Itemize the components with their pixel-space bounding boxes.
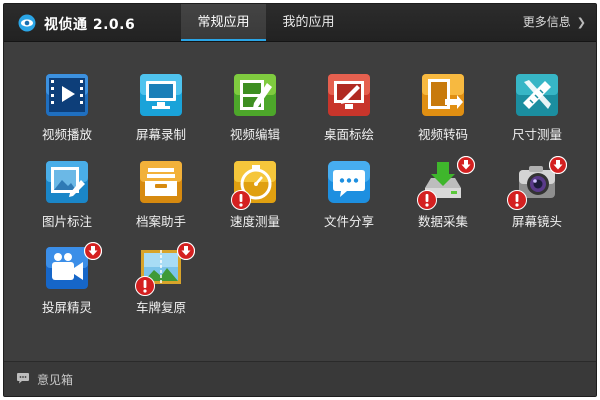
desktop-draw-icon [328, 74, 370, 116]
app-screen-camera[interactable]: 屏幕镜头 [497, 128, 577, 229]
tab-my-apps[interactable]: 我的应用 [266, 4, 351, 41]
warning-badge-icon [507, 190, 527, 210]
tab-regular-apps[interactable]: 常规应用 [181, 4, 266, 41]
warning-badge-icon [231, 190, 251, 210]
app-speed-measure[interactable]: 速度测量 [215, 128, 295, 229]
app-video-transcode[interactable]: 视频转码 [403, 41, 483, 142]
warning-badge-icon [417, 190, 437, 210]
app-file-share[interactable]: 文件分享 [309, 128, 389, 229]
video-play-icon [46, 74, 88, 116]
app-label: 投屏精灵 [41, 300, 92, 315]
app-video-edit[interactable]: 视频编辑 [215, 41, 295, 142]
warning-badge-icon [135, 276, 155, 296]
app-label: 数据采集 [417, 214, 468, 229]
app-size-measure[interactable]: 尺寸测量 [497, 41, 577, 142]
app-label: 文件分享 [323, 214, 374, 229]
app-desktop-draw[interactable]: 桌面标绘 [309, 41, 389, 142]
size-measure-icon [516, 74, 558, 116]
app-title: 视侦通 2.0.6 [44, 17, 136, 33]
chat-bubble-icon[interactable] [16, 372, 30, 384]
video-edit-icon [234, 74, 276, 116]
download-badge-icon [549, 156, 567, 174]
app-window: 视侦通 2.0.6 常规应用 我的应用 更多信息 ❯ 视频播放 屏幕录制 视频编… [3, 3, 597, 397]
app-label: 速度测量 [229, 214, 280, 229]
app-archive-assistant[interactable]: 档案助手 [121, 128, 201, 229]
archive-assistant-icon [140, 161, 182, 203]
app-label: 屏幕镜头 [511, 214, 562, 229]
file-share-icon [328, 161, 370, 203]
app-image-annotate[interactable]: 图片标注 [27, 128, 107, 229]
footer-bar: 意见箱 [4, 361, 596, 396]
chevron-right-icon: ❯ [576, 16, 586, 29]
title-bar: 视侦通 2.0.6 常规应用 我的应用 更多信息 ❯ [4, 4, 596, 42]
image-annotate-icon [46, 161, 88, 203]
download-badge-icon [177, 242, 195, 260]
screen-cast-icon [46, 247, 88, 289]
app-plate-restore[interactable]: 车牌复原 [121, 214, 201, 315]
download-badge-icon [457, 156, 475, 174]
app-screen-cast[interactable]: 投屏精灵 [27, 214, 107, 315]
eye-logo-icon [18, 14, 36, 32]
app-video-play[interactable]: 视频播放 [27, 41, 107, 142]
download-badge-icon [84, 242, 102, 260]
screen-record-icon [140, 74, 182, 116]
app-data-collect[interactable]: 数据采集 [403, 128, 483, 229]
app-label: 车牌复原 [135, 300, 186, 315]
more-info-link[interactable]: 更多信息 ❯ [523, 4, 586, 41]
feedback-link[interactable]: 意见箱 [37, 371, 73, 388]
app-screen-record[interactable]: 屏幕录制 [121, 41, 201, 142]
app-grid: 视频播放 屏幕录制 视频编辑 桌面标绘 视频转码 尺寸测量 图片标注 档案助手 … [4, 41, 596, 363]
more-info-label: 更多信息 [522, 15, 571, 29]
video-transcode-icon [422, 74, 464, 116]
